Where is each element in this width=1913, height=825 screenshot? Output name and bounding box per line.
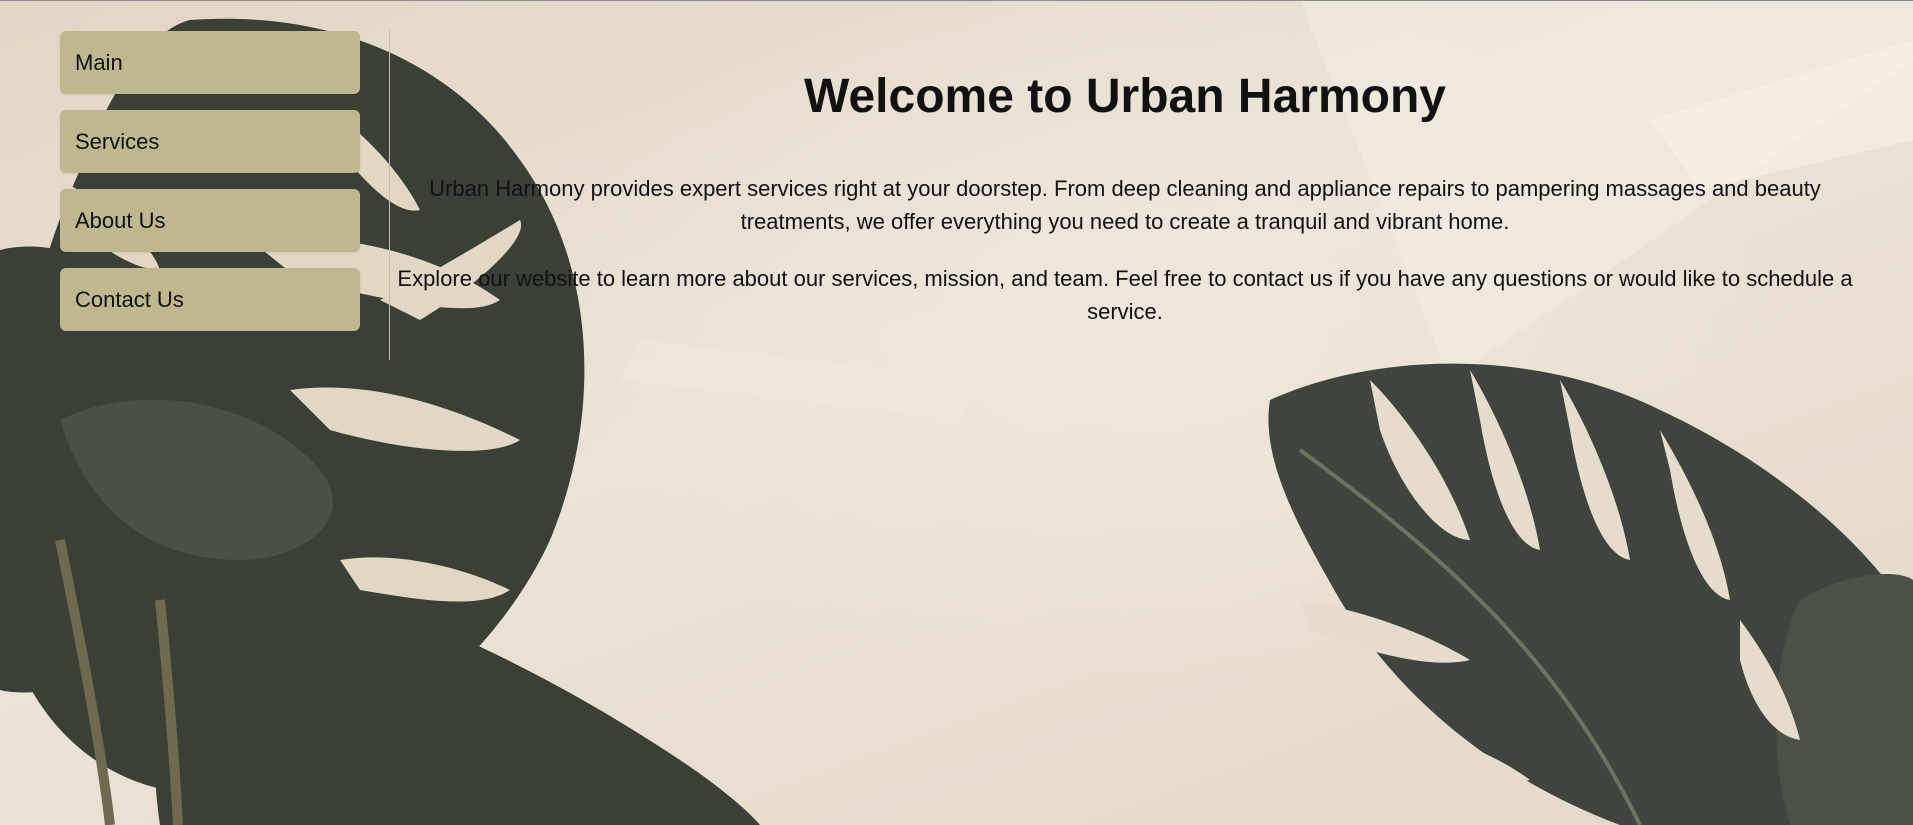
intro-paragraph: Urban Harmony provides expert services r…: [429, 176, 1821, 234]
nav-item-services[interactable]: Services: [60, 110, 360, 173]
top-border: [0, 0, 1913, 1]
main-content: Welcome to Urban Harmony Urban Harmony p…: [390, 62, 1860, 352]
explore-paragraph: Explore our website to learn more about …: [397, 266, 1853, 324]
nav-item-about-us[interactable]: About Us: [60, 189, 360, 252]
sidebar-nav: Main Services About Us Contact Us: [60, 31, 360, 347]
nav-item-contact-us[interactable]: Contact Us: [60, 268, 360, 331]
nav-item-main[interactable]: Main: [60, 31, 360, 94]
page-title: Welcome to Urban Harmony: [804, 70, 1446, 123]
